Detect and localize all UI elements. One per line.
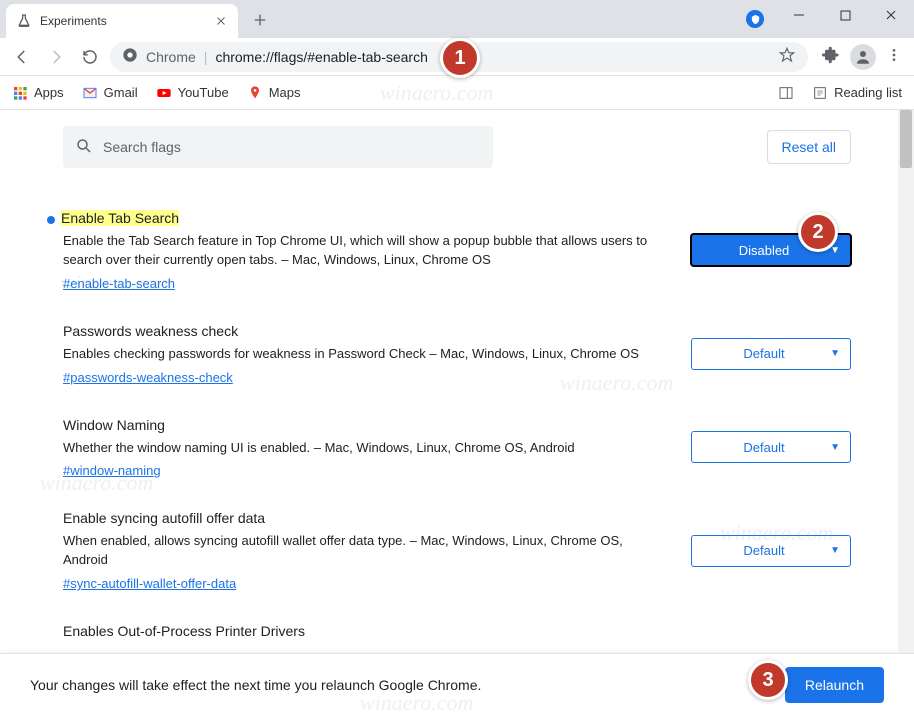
omnibox-separator: |	[204, 49, 208, 65]
omnibox-label: Chrome	[146, 49, 196, 65]
flag-state-value: Default	[743, 543, 784, 558]
search-icon	[75, 137, 93, 158]
maximize-button[interactable]	[822, 0, 868, 30]
side-panel-button[interactable]	[778, 85, 794, 101]
flag-title: Passwords weakness check	[63, 323, 238, 339]
gmail-icon	[82, 85, 98, 101]
flag-title: Enables Out-of-Process Printer Drivers	[63, 623, 305, 639]
flag-title: Enable syncing autofill offer data	[63, 510, 265, 526]
back-button[interactable]	[8, 43, 36, 71]
flag-hash-link[interactable]: #sync-autofill-wallet-offer-data	[63, 576, 236, 591]
search-flags-input[interactable]: Search flags	[63, 126, 493, 168]
flag-state-select[interactable]: Default ▼	[691, 338, 851, 370]
reset-all-button[interactable]: Reset all	[767, 130, 851, 164]
bookmark-maps[interactable]: Maps	[247, 85, 301, 101]
close-window-button[interactable]	[868, 0, 914, 30]
flag-row: Enable Tab Search Enable the Tab Search f…	[63, 198, 851, 311]
bookmark-youtube[interactable]: YouTube	[156, 85, 229, 101]
window-controls	[776, 0, 914, 30]
flag-hash-link[interactable]: #enable-tab-search	[63, 276, 175, 291]
chevron-down-icon: ▼	[830, 442, 840, 453]
flag-row: Passwords weakness check Enables checking…	[63, 311, 851, 405]
maps-pin-icon	[247, 85, 263, 101]
extensions-icon[interactable]	[822, 46, 840, 67]
flag-state-value: Disabled	[739, 243, 790, 258]
flag-description: When enabled, allows syncing autofill wa…	[63, 532, 651, 570]
youtube-icon	[156, 85, 172, 101]
bookmark-label: YouTube	[178, 85, 229, 100]
bookmark-label: Gmail	[104, 85, 138, 100]
bookmark-label: Reading list	[834, 85, 902, 100]
flag-row: Window Naming Whether the window naming U…	[63, 405, 851, 499]
flag-state-select[interactable]: Default ▼	[691, 535, 851, 567]
omnibox-url: chrome://flags/#enable-tab-search	[215, 49, 427, 65]
reading-list-icon	[812, 85, 828, 101]
annotation-badge-3: 3	[748, 660, 788, 700]
bookmarks-bar: Apps Gmail YouTube Maps Reading list	[0, 76, 914, 110]
footer-message: Your changes will take effect the next t…	[30, 677, 481, 693]
chevron-down-icon: ▼	[830, 545, 840, 556]
window-titlebar: Experiments	[0, 0, 914, 38]
account-badge-icon[interactable]	[746, 10, 764, 28]
flag-hash-link[interactable]: #passwords-weakness-check	[63, 370, 233, 385]
flag-row: Enables Out-of-Process Printer Drivers	[63, 611, 851, 653]
flag-description: Whether the window naming UI is enabled.…	[63, 439, 651, 458]
reload-button[interactable]	[76, 43, 104, 71]
bookmark-apps[interactable]: Apps	[12, 85, 64, 101]
new-tab-button[interactable]	[246, 6, 274, 34]
chevron-down-icon: ▼	[830, 348, 840, 359]
flag-description: Enable the Tab Search feature in Top Chr…	[63, 232, 651, 270]
flag-state-value: Default	[743, 440, 784, 455]
reading-list-button[interactable]: Reading list	[812, 85, 902, 101]
bookmark-gmail[interactable]: Gmail	[82, 85, 138, 101]
chrome-icon	[122, 47, 138, 66]
flag-row: Enable syncing autofill offer data When e…	[63, 498, 851, 611]
forward-button[interactable]	[42, 43, 70, 71]
flag-state-select[interactable]: Default ▼	[691, 431, 851, 463]
tab-close-icon[interactable]	[214, 14, 228, 28]
minimize-button[interactable]	[776, 0, 822, 30]
flag-state-value: Default	[743, 346, 784, 361]
annotation-badge-2: 2	[798, 212, 838, 252]
profile-avatar[interactable]	[850, 44, 876, 70]
side-panel-icon	[778, 85, 794, 101]
apps-grid-icon	[12, 85, 28, 101]
scrollbar[interactable]	[898, 110, 914, 653]
relaunch-button[interactable]: Relaunch	[785, 667, 884, 703]
bookmark-label: Apps	[34, 85, 64, 100]
menu-icon[interactable]	[886, 47, 902, 66]
flag-title: Window Naming	[63, 417, 165, 433]
bookmark-label: Maps	[269, 85, 301, 100]
scrollbar-thumb[interactable]	[900, 110, 912, 168]
browser-tab[interactable]: Experiments	[6, 4, 238, 38]
flag-description: Enables checking passwords for weakness …	[63, 345, 651, 364]
annotation-badge-1: 1	[440, 38, 480, 78]
flag-hash-link[interactable]: #window-naming	[63, 463, 161, 478]
search-placeholder: Search flags	[103, 139, 181, 155]
modified-dot-icon	[47, 216, 55, 224]
tab-title: Experiments	[40, 14, 107, 28]
flag-title: Enable Tab Search	[61, 210, 179, 226]
flask-icon	[16, 13, 32, 29]
bookmark-star-icon[interactable]	[778, 46, 796, 67]
